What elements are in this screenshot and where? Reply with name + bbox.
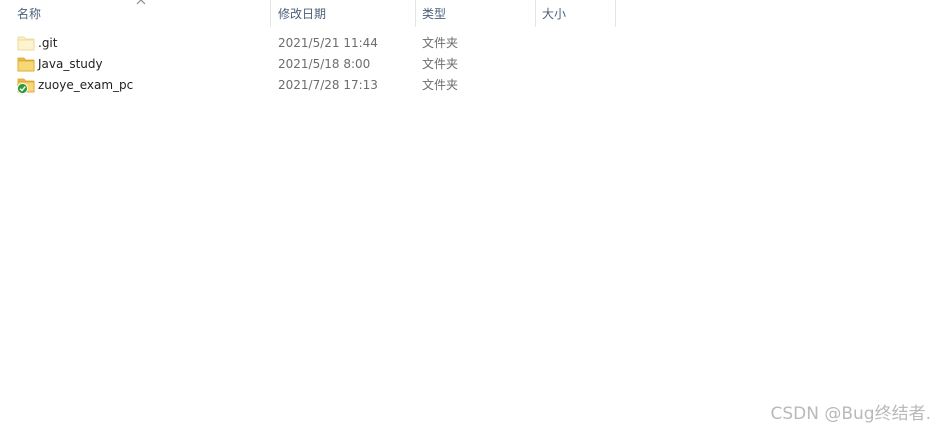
file-type: 文件夹 <box>422 36 459 50</box>
file-row-java-study[interactable]: Java_study 2021/5/18 8:00 文件夹 <box>12 54 612 75</box>
folder-icon <box>17 36 35 51</box>
folder-icon <box>17 57 35 72</box>
file-name: Java_study <box>38 57 103 71</box>
column-header-size[interactable]: 大小 <box>535 0 615 27</box>
file-type: 文件夹 <box>422 78 459 92</box>
file-date: 2021/5/18 8:00 <box>278 57 371 71</box>
file-explorer: 名称 修改日期 类型 大小 .git 2021/5/21 11:44 文件夹 J… <box>0 0 943 434</box>
file-name: .git <box>38 36 58 50</box>
file-name: zuoye_exam_pc <box>38 78 134 92</box>
file-row-zuoye-exam-pc[interactable]: zuoye_exam_pc 2021/7/28 17:13 文件夹 <box>12 75 612 96</box>
watermark: CSDN @Bug终结者. <box>770 404 931 424</box>
file-type: 文件夹 <box>422 57 459 71</box>
file-date: 2021/7/28 17:13 <box>278 78 378 92</box>
column-header-name[interactable]: 名称 <box>10 0 270 27</box>
column-header-type[interactable]: 类型 <box>415 0 535 27</box>
column-header-date[interactable]: 修改日期 <box>271 0 415 27</box>
column-header-row: 名称 修改日期 类型 大小 <box>0 0 943 28</box>
file-row-git[interactable]: .git 2021/5/21 11:44 文件夹 <box>12 33 612 54</box>
file-date: 2021/5/21 11:44 <box>278 36 378 50</box>
column-divider[interactable] <box>615 0 616 27</box>
folder-synced-icon <box>17 78 35 94</box>
